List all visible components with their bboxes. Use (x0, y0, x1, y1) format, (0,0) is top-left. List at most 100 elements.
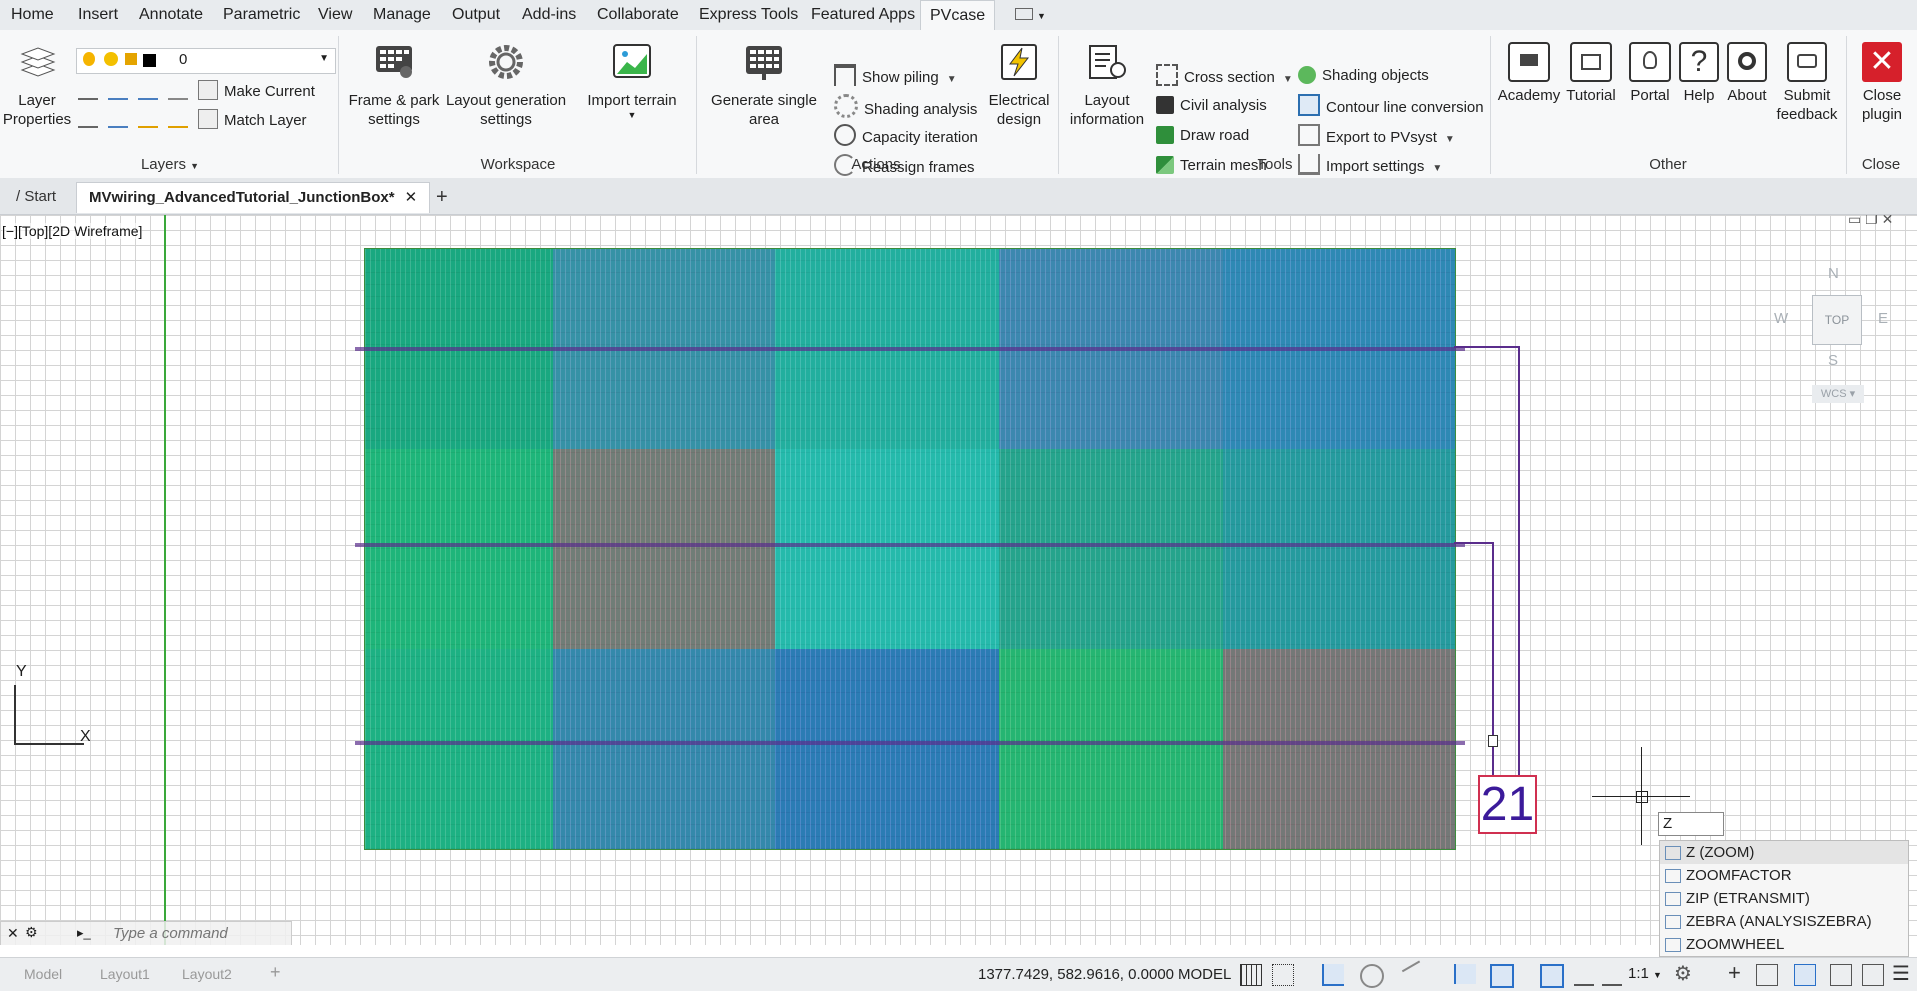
capacity-iteration-button[interactable]: Capacity iteration (834, 124, 978, 148)
tab-featured-apps[interactable]: Featured Apps (802, 0, 924, 30)
tab-insert[interactable]: Insert (69, 0, 127, 30)
compass-east[interactable]: E (1878, 310, 1888, 327)
pv-block[interactable] (365, 449, 553, 649)
tab-add-ins[interactable]: Add-ins (513, 0, 585, 30)
close-icon[interactable]: ✕ (7, 925, 19, 942)
tab-collaborate[interactable]: Collaborate (588, 0, 688, 30)
tab-start[interactable]: / Start (4, 182, 68, 212)
object-snap-icon[interactable] (1490, 964, 1514, 988)
suggestion-zebra[interactable]: ZEBRA (ANALYSISZEBRA) (1660, 910, 1908, 933)
grid-toggle-icon[interactable] (1240, 964, 1262, 986)
scale-dropdown[interactable]: 1:1 ▼ (1628, 965, 1662, 982)
gear-icon[interactable]: ⚙ (1674, 961, 1692, 986)
tab-annotate[interactable]: Annotate (130, 0, 212, 30)
import-settings-button[interactable]: Import settings ▼ (1298, 154, 1442, 178)
drawing-viewport[interactable]: [−][Top][2D Wireframe] 21 N S E W TOP WC… (0, 215, 1917, 945)
close-icon[interactable]: ✕ (405, 189, 418, 206)
layer-unisolate-icon[interactable] (108, 110, 128, 128)
compass-south[interactable]: S (1828, 352, 1838, 369)
civil-analysis-button[interactable]: Civil analysis (1156, 94, 1267, 118)
polar-tracking-icon[interactable] (1360, 964, 1384, 988)
isolate-objects-icon[interactable] (1756, 964, 1778, 986)
fullscreen-icon[interactable] (1862, 964, 1884, 986)
workspace-dropdown[interactable]: ▼ (1006, 0, 1055, 30)
pv-block[interactable] (1223, 449, 1455, 649)
annotation-visibility-icon[interactable] (1540, 964, 1564, 988)
restore-icon[interactable]: ❐ (1865, 215, 1878, 227)
layer-lock-icon[interactable] (168, 82, 188, 100)
layer-freeze-icon[interactable] (138, 82, 158, 100)
export-to-pvsyst-button[interactable]: Export to PVsyst ▼ (1298, 124, 1455, 148)
layer-unlock-icon[interactable] (168, 110, 188, 128)
cross-section-button[interactable]: Cross section ▼ (1156, 64, 1293, 88)
suggestion-zip[interactable]: ZIP (ETRANSMIT) (1660, 887, 1908, 910)
pv-block[interactable] (553, 449, 775, 649)
tab-manage[interactable]: Manage (364, 0, 440, 30)
snap-toggle-icon[interactable] (1272, 964, 1294, 986)
layer-dropdown[interactable]: 0 ▼ (76, 48, 336, 74)
shading-analysis-button[interactable]: Shading analysis (834, 94, 977, 118)
compass-west[interactable]: W (1774, 310, 1788, 327)
view-cube[interactable]: N S E W TOP WCS ▾ (1760, 245, 1890, 403)
about-button[interactable]: About (1722, 42, 1772, 105)
auto-scale-icon[interactable] (1574, 964, 1594, 986)
pv-block[interactable] (1223, 649, 1455, 849)
annotation-scale-icon[interactable] (1602, 964, 1622, 986)
compass-north[interactable]: N (1828, 265, 1839, 282)
make-current-button[interactable]: Make Current (198, 80, 315, 104)
view-controls-label[interactable]: [−][Top][2D Wireframe] (2, 223, 143, 239)
pv-block[interactable] (775, 649, 999, 849)
electrical-design-button[interactable]: Electrical design (988, 42, 1050, 129)
add-layout-button[interactable]: + (270, 962, 281, 983)
tab-drawing-active[interactable]: MVwiring_AdvancedTutorial_JunctionBox* ✕ (76, 182, 431, 213)
coordinate-readout[interactable]: 1377.7429, 582.9616, 0.0000 (978, 966, 1174, 983)
model-space-toggle[interactable]: MODEL (1178, 966, 1231, 983)
object-snap-tracking-icon[interactable] (1454, 964, 1476, 984)
layout-generation-settings-button[interactable]: Layout generation settings (444, 42, 568, 129)
tutorial-button[interactable]: Tutorial (1564, 42, 1618, 105)
layout-tab-layout2[interactable]: Layout2 (182, 966, 232, 982)
plus-icon[interactable]: + (1728, 960, 1741, 986)
tab-parametric[interactable]: Parametric (214, 0, 309, 30)
hardware-acceleration-icon[interactable] (1794, 964, 1816, 986)
menu-icon[interactable]: ☰ (1892, 961, 1910, 986)
help-button[interactable]: ? Help (1676, 42, 1722, 105)
pv-block[interactable] (553, 649, 775, 849)
suggestion-zoom[interactable]: Z (ZOOM) (1660, 841, 1908, 864)
pv-block[interactable] (365, 649, 553, 849)
close-plugin-button[interactable]: ✕ Close plugin (1852, 42, 1912, 124)
contour-line-conversion-button[interactable]: Contour line conversion (1298, 94, 1484, 118)
close-icon[interactable]: ✕ (1882, 215, 1894, 227)
pv-block[interactable] (999, 649, 1223, 849)
customize-icon[interactable]: ⚙ (25, 924, 38, 941)
frame-park-settings-button[interactable]: Frame & park settings (344, 42, 444, 129)
layout-information-button[interactable]: Layout information (1064, 42, 1150, 129)
command-line[interactable]: ✕ ⚙ ▸_ (0, 921, 292, 945)
minimize-icon[interactable]: ▭ (1848, 215, 1861, 227)
portal-button[interactable]: Portal (1622, 42, 1678, 105)
clean-screen-icon[interactable] (1830, 964, 1852, 986)
layer-off-icon[interactable] (108, 82, 128, 100)
layout-tab-layout1[interactable]: Layout1 (100, 966, 150, 982)
isodraft-icon[interactable] (1401, 960, 1431, 990)
junction-box-label[interactable]: 21 (1478, 775, 1537, 834)
viewport-window-controls[interactable]: ▭ ❐ ✕ (1848, 215, 1893, 228)
match-layer-button[interactable]: Match Layer (198, 109, 307, 133)
layer-properties-button[interactable]: Layer Properties (2, 42, 72, 129)
tab-home[interactable]: Home (2, 0, 63, 30)
tab-output[interactable]: Output (443, 0, 509, 30)
shading-objects-button[interactable]: Shading objects (1298, 64, 1429, 88)
new-tab-button[interactable]: + (424, 182, 460, 212)
layer-thaw-icon[interactable] (138, 110, 158, 128)
tab-express-tools[interactable]: Express Tools (690, 0, 807, 30)
junction-box-marker[interactable] (1488, 735, 1498, 747)
tab-pvcase[interactable]: PVcase (920, 0, 996, 32)
draw-road-button[interactable]: Draw road (1156, 124, 1249, 148)
pv-layout-drawing[interactable] (355, 248, 1465, 850)
suggestion-zoomfactor[interactable]: ZOOMFACTOR (1660, 864, 1908, 887)
suggestion-zoomwheel[interactable]: ZOOMWHEEL (1660, 933, 1908, 956)
generate-single-area-button[interactable]: Generate single area (706, 42, 822, 129)
view-cube-top-face[interactable]: TOP (1812, 295, 1862, 345)
show-piling-button[interactable]: Show piling ▼ (834, 64, 957, 88)
wcs-dropdown[interactable]: WCS ▾ (1812, 385, 1864, 403)
